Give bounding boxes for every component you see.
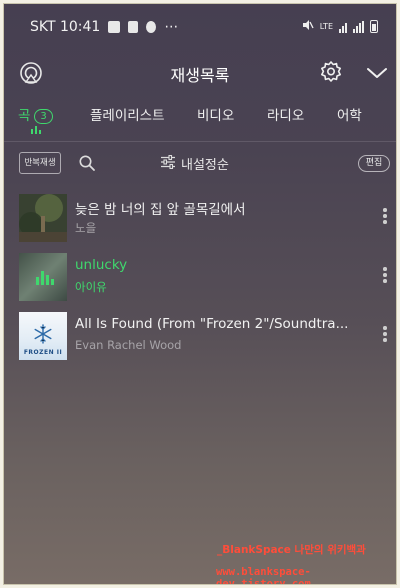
lte-label: LTE [319, 22, 333, 31]
status-bar: SKT 10:41 ⋯ LTE [4, 4, 396, 50]
now-playing-icon [36, 270, 54, 285]
gallery-icon [108, 21, 121, 33]
track-artist: 아이유 [75, 280, 107, 294]
tab-songs[interactable]: 곡3 [18, 104, 53, 124]
track-title: 늦은 밤 너의 집 앞 골목길에서 [75, 202, 246, 218]
album-art [19, 253, 67, 301]
track-row[interactable]: 늦은 밤 너의 집 앞 골목길에서 노을 [4, 190, 396, 246]
notification-icon [128, 21, 139, 33]
wifi-signal-icon [353, 20, 364, 33]
more-options-icon[interactable] [382, 208, 388, 226]
more-options-icon[interactable] [382, 326, 388, 344]
track-row-playing[interactable]: unlucky 아이유 [4, 249, 396, 305]
song-count-badge: 3 [34, 109, 53, 124]
album-art [19, 194, 67, 242]
track-row[interactable]: FROZEN II All Is Found (From "Frozen 2"/… [4, 308, 396, 364]
battery-icon [370, 20, 378, 33]
more-options-icon[interactable] [382, 267, 388, 285]
signal-icon [339, 21, 347, 33]
track-title: All Is Found (From "Frozen 2"/Soundtra..… [75, 316, 349, 332]
mute-icon [302, 19, 314, 34]
divider [4, 141, 396, 142]
sort-label: 내설정순 [181, 158, 229, 173]
sort-icon [160, 154, 176, 173]
sort-button[interactable]: 내설정순 [160, 154, 229, 173]
tab-bar: 곡3 플레이리스트 비디오 라디오 어학 [4, 98, 396, 140]
watermark-url: www.blankspace-dev.tistory.com [216, 566, 311, 585]
status-left: SKT 10:41 ⋯ [30, 19, 179, 35]
list-toolbar: 반복재생 내설정순 편집 [4, 150, 396, 180]
track-title: unlucky [75, 257, 128, 273]
snowflake-icon [34, 324, 52, 344]
repeat-button[interactable]: 반복재생 [19, 152, 61, 174]
chevron-down-icon[interactable] [364, 60, 390, 86]
track-artist: Evan Rachel Wood [75, 338, 182, 352]
track-artist: 노을 [75, 221, 97, 235]
header: 재생목록 [4, 50, 396, 94]
tab-playlists[interactable]: 플레이리스트 [90, 104, 165, 124]
edit-button[interactable]: 편집 [358, 155, 390, 172]
tab-language[interactable]: 어학 [337, 104, 362, 124]
status-right: LTE [302, 19, 378, 34]
tab-radio[interactable]: 라디오 [267, 104, 304, 124]
album-art: FROZEN II [19, 312, 67, 360]
tab-label: 곡 [18, 108, 31, 124]
app-frame: SKT 10:41 ⋯ LTE 재생목록 곡 3 플레이리스트 비디오 라디오 … [3, 3, 397, 585]
gear-icon[interactable] [318, 59, 344, 85]
tab-videos[interactable]: 비디오 [197, 104, 234, 124]
album-label: FROZEN II [23, 349, 63, 356]
carrier-time: SKT 10:41 [30, 19, 101, 35]
app-icon [146, 21, 157, 33]
search-icon[interactable] [78, 154, 96, 172]
equalizer-icon [31, 126, 41, 134]
more-notifications: ⋯ [164, 19, 180, 35]
watermark-title: _BlankSpace 나만의 위키백과 [217, 544, 366, 556]
